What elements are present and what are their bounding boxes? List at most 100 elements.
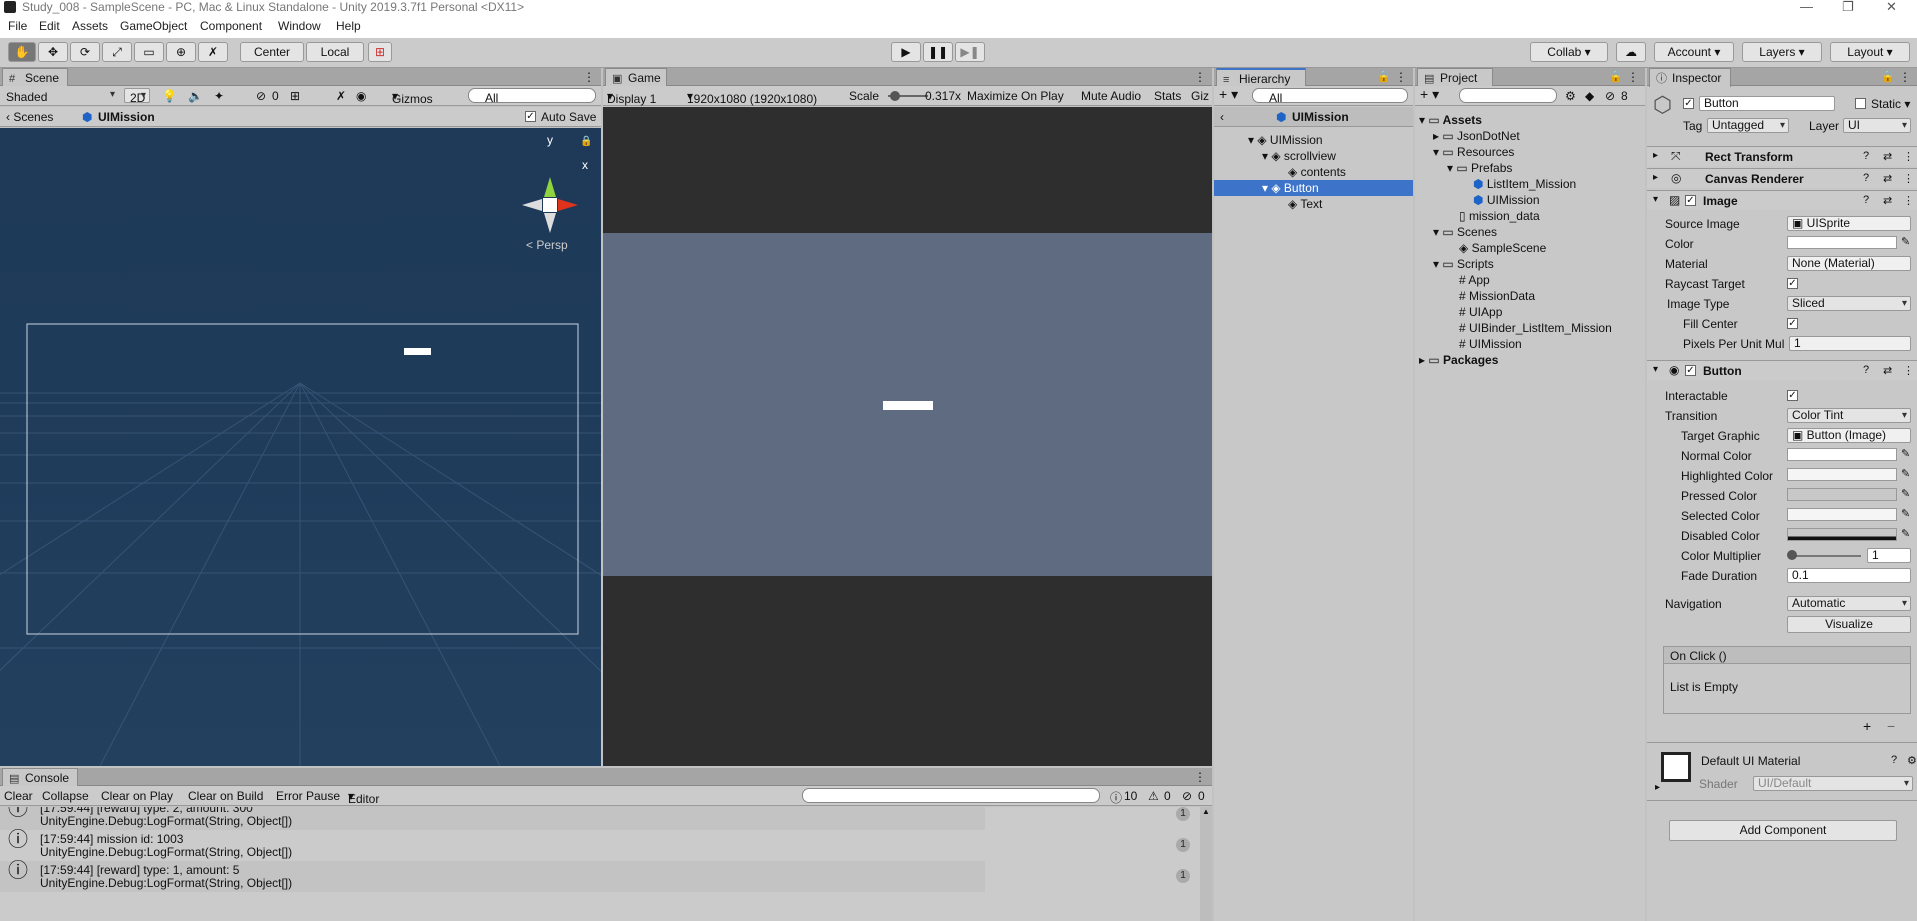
component-menu-icon[interactable]: ⋮: [1903, 150, 1914, 163]
info-filter-icon[interactable]: ⓘ: [1110, 789, 1122, 806]
project-folder[interactable]: ▸ ▭ Packages: [1419, 352, 1498, 368]
expand-icon[interactable]: ▸: [1655, 782, 1660, 793]
help-icon[interactable]: ?: [1863, 194, 1869, 206]
color-multiplier-thumb[interactable]: [1787, 550, 1797, 560]
project-folder[interactable]: ▾ ▭ Resources: [1433, 144, 1514, 160]
project-script[interactable]: # MissionData: [1459, 288, 1535, 304]
object-name-input[interactable]: Button: [1699, 96, 1835, 111]
tab-project[interactable]: ▤ Project: [1417, 68, 1493, 87]
shader-dropdown[interactable]: UI/Default: [1753, 776, 1913, 791]
console-row[interactable]: ⓘ [17:59:44] mission id: 1003 UnityEngin…: [0, 830, 1190, 861]
help-icon[interactable]: ?: [1863, 150, 1869, 162]
shading-dropdown[interactable]: Shaded: [2, 88, 118, 104]
rect-transform-header[interactable]: ▸ ⤧ Rect Transform ? ⇄ ⋮: [1647, 146, 1917, 166]
scene-search-input[interactable]: All: [468, 88, 596, 105]
image-type-dropdown[interactable]: Sliced: [1787, 296, 1911, 311]
menu-edit[interactable]: Edit: [39, 19, 60, 33]
hierarchy-item[interactable]: ▾ ◈ scrollview: [1262, 148, 1336, 164]
preset-icon[interactable]: ⇄: [1883, 150, 1892, 163]
hierarchy-item-selected[interactable]: ▾ ◈ Button: [1214, 180, 1413, 196]
eyedropper-icon[interactable]: ✎: [1901, 527, 1910, 540]
pressed-color-field[interactable]: [1787, 488, 1897, 501]
back-icon[interactable]: ‹: [1220, 110, 1224, 124]
preset-icon[interactable]: ⇄: [1883, 364, 1892, 377]
resolution-dropdown[interactable]: 1920x1080 (1920x1080) ▾: [687, 89, 817, 106]
add-component-button[interactable]: Add Component: [1669, 820, 1897, 841]
project-script[interactable]: # UIApp: [1459, 304, 1502, 320]
console-editor-dropdown[interactable]: Editor ▾: [348, 789, 379, 806]
play-button[interactable]: ▶: [891, 42, 921, 62]
panel-menu-icon[interactable]: ⋮: [583, 70, 595, 84]
project-script[interactable]: # App: [1459, 272, 1490, 288]
tab-inspector[interactable]: ⓘ Inspector: [1649, 68, 1731, 87]
project-prefab[interactable]: ⬢ ListItem_Mission: [1473, 176, 1576, 192]
project-folder[interactable]: ▾ ▭ Prefabs: [1447, 160, 1512, 176]
console-collapse-button[interactable]: Collapse: [42, 789, 89, 803]
cloud-icon[interactable]: ☁: [1616, 42, 1646, 62]
visualize-button[interactable]: Visualize: [1787, 616, 1911, 633]
project-script[interactable]: # UIMission: [1459, 336, 1522, 352]
eyedropper-icon[interactable]: ✎: [1901, 235, 1910, 248]
hidden-objects-icon[interactable]: ⊘: [256, 89, 266, 103]
tab-scene[interactable]: # Scene: [2, 68, 68, 87]
pivot-local-button[interactable]: Local: [306, 42, 364, 62]
scale-slider-thumb[interactable]: [890, 91, 900, 101]
display-dropdown[interactable]: Display 1 ▾: [607, 89, 656, 106]
hierarchy-item[interactable]: ◈ contents: [1288, 164, 1346, 180]
lock-icon[interactable]: 🔒: [1377, 70, 1391, 83]
audio-icon[interactable]: 🔈: [188, 89, 203, 103]
project-folder[interactable]: ▸ ▭ JsonDotNet: [1433, 128, 1520, 144]
eyedropper-icon[interactable]: ✎: [1901, 467, 1910, 480]
grid-icon[interactable]: ⊞: [290, 89, 300, 103]
tab-console[interactable]: ▤ Console: [2, 768, 78, 787]
help-icon[interactable]: ?: [1863, 172, 1869, 184]
lock-icon[interactable]: 🔒: [1609, 70, 1623, 83]
custom-tool-icon[interactable]: ✗: [198, 42, 228, 62]
tab-game[interactable]: ▣ Game: [605, 68, 667, 87]
autosave-checkbox[interactable]: ✓: [525, 111, 536, 122]
hand-tool-icon[interactable]: ✋: [8, 42, 36, 62]
lock-icon[interactable]: 🔒: [1881, 70, 1895, 83]
tag-dropdown[interactable]: Untagged: [1707, 118, 1789, 133]
scenes-breadcrumb-link[interactable]: ‹ Scenes: [6, 110, 53, 124]
pivot-center-button[interactable]: Center: [240, 42, 304, 62]
layer-dropdown[interactable]: UI: [1843, 118, 1911, 133]
gizmo-lock-icon[interactable]: 🔒: [580, 136, 592, 147]
project-scene[interactable]: ◈ SampleScene: [1459, 240, 1546, 256]
eyedropper-icon[interactable]: ✎: [1901, 487, 1910, 500]
warning-filter-icon[interactable]: ⚠: [1148, 789, 1159, 803]
help-icon[interactable]: ?: [1891, 754, 1897, 766]
panel-menu-icon[interactable]: ⋮: [1899, 70, 1911, 84]
console-error-pause-button[interactable]: Error Pause: [276, 789, 340, 803]
hierarchy-item[interactable]: ◈ Text: [1288, 196, 1322, 212]
button-enabled-checkbox[interactable]: ✓: [1685, 365, 1696, 376]
panel-menu-icon[interactable]: ⋮: [1194, 70, 1206, 84]
menu-help[interactable]: Help: [336, 19, 361, 33]
panel-menu-icon[interactable]: ⋮: [1194, 770, 1206, 784]
game-gizmos-toggle[interactable]: Giz: [1191, 89, 1209, 103]
scale-tool-icon[interactable]: ⤢: [102, 42, 132, 62]
game-button-preview[interactable]: [883, 401, 933, 410]
transition-dropdown[interactable]: Color Tint: [1787, 408, 1911, 423]
gizmos-dropdown[interactable]: Gizmos ▾: [392, 89, 433, 106]
layout-dropdown[interactable]: Layout ▾: [1830, 42, 1910, 62]
material-field[interactable]: None (Material): [1787, 256, 1911, 271]
create-button[interactable]: + ▾: [1219, 86, 1238, 103]
menu-component[interactable]: Component: [200, 19, 262, 33]
console-clear-on-play-button[interactable]: Clear on Play: [101, 789, 173, 803]
component-menu-icon[interactable]: ⋮: [1903, 194, 1914, 207]
maximize-on-play-toggle[interactable]: Maximize On Play: [967, 89, 1064, 103]
canvas-renderer-header[interactable]: ▸ ◎ Canvas Renderer ? ⇄ ⋮: [1647, 168, 1917, 188]
normal-color-field[interactable]: [1787, 448, 1897, 461]
panel-menu-icon[interactable]: ⋮: [1627, 70, 1639, 84]
persp-label[interactable]: < Persp: [526, 238, 568, 252]
create-button[interactable]: + ▾: [1420, 86, 1439, 103]
camera-icon[interactable]: ◉: [356, 89, 366, 103]
close-button[interactable]: ✕: [1886, 0, 1897, 14]
console-row[interactable]: ⓘ [17:59:44] [reward] type: 1, amount: 5…: [0, 861, 1190, 892]
project-prefab[interactable]: ⬢ UIMission: [1473, 192, 1540, 208]
console-scrollbar[interactable]: ▲: [1200, 807, 1212, 921]
static-checkbox[interactable]: [1855, 98, 1866, 109]
component-menu-icon[interactable]: ⋮: [1903, 172, 1914, 185]
tab-hierarchy[interactable]: ≡ Hierarchy: [1216, 68, 1306, 87]
